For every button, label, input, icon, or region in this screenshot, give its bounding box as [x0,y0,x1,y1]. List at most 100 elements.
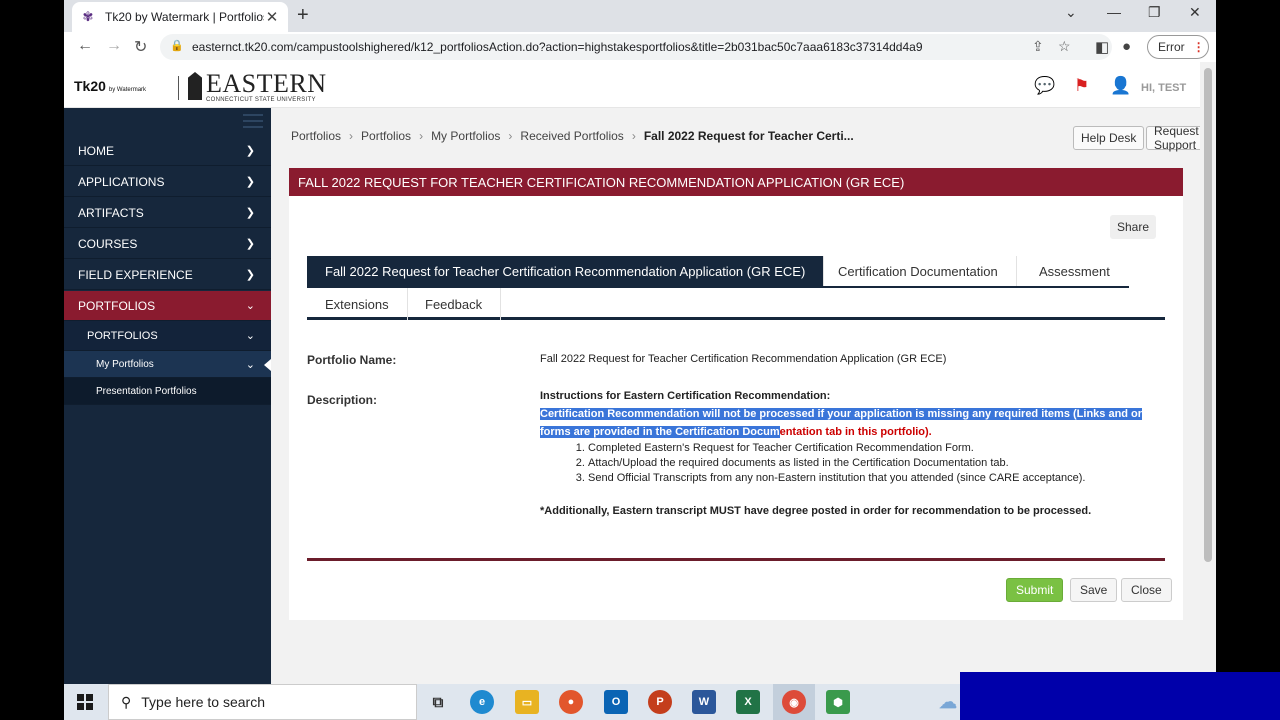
chevron-right-icon: ❯ [245,145,255,157]
bookmark-star-icon[interactable]: ☆ [1058,38,1071,55]
url-text[interactable]: easternct.tk20.com/campustoolshighered/k… [192,40,923,54]
edge-icon[interactable]: e [470,690,494,714]
sidebar-subitem-presentation-portfolios[interactable]: Presentation Portfolios [64,378,271,405]
new-tab-icon[interactable]: + [297,4,309,27]
excel-icon[interactable]: X [736,690,760,714]
help-desk-button[interactable]: Help Desk [1073,126,1145,150]
sidebar-item-courses[interactable]: COURSES ❯ [64,229,271,259]
tab-application[interactable]: Fall 2022 Request for Teacher Certificat… [307,256,825,286]
breadcrumb-current: Fall 2022 Request for Teacher Certi... [643,129,854,143]
description-heading: Instructions for Eastern Certification R… [540,390,831,402]
portfolio-name-value: Fall 2022 Request for Teacher Certificat… [540,353,947,365]
instructions-list: Completed Eastern's Request for Teacher … [588,441,1165,486]
reload-icon[interactable]: ↻ [134,37,147,57]
breadcrumb-item[interactable]: Portfolios [361,129,411,143]
breadcrumb-separator-icon: › [631,129,636,143]
lock-icon: 🔒 [170,40,184,52]
instruction-step: Attach/Upload the required documents as … [588,456,1165,471]
tab-certification-documentation[interactable]: Certification Documentation [820,256,1017,286]
tk20-logo-text: Tk20 [74,78,106,94]
firefox-icon[interactable]: ● [559,690,583,714]
description-label: Description: [307,393,378,407]
sidebar-item-home[interactable]: HOME ❯ [64,136,271,166]
powerpoint-icon[interactable]: P [648,690,672,714]
minimize-icon[interactable]: — [1107,4,1121,20]
app-cube-icon[interactable]: ⬢ [826,690,850,714]
side-panel-icon[interactable]: ◧ [1095,38,1109,56]
screen: ✾ Tk20 by Watermark | Portfolios ✕ + ⌄ —… [0,0,1280,720]
profile-icon[interactable]: ● [1122,38,1131,55]
close-button[interactable]: Close [1121,578,1172,602]
main-content: Portfolios › Portfolios › My Portfolios › Rece… [271,108,1207,684]
browser-window: ✾ Tk20 by Watermark | Portfolios ✕ + ⌄ —… [64,0,1216,684]
browser-tab[interactable]: ✾ Tk20 by Watermark | Portfolios ✕ [72,2,288,32]
sidebar-subitem-portfolios[interactable]: PORTFOLIOS ⌄ [64,321,271,351]
portfolio-name-label: Portfolio Name: [307,353,397,367]
sidebar-item-portfolios[interactable]: PORTFOLIOS ⌄ [64,291,271,321]
sidebar-subitem-label: PORTFOLIOS [87,329,158,342]
breadcrumb-item[interactable]: Portfolios [291,129,341,143]
chevron-down-icon: ⌄ [245,358,255,371]
outlook-icon[interactable]: O [604,690,628,714]
tab-extensions[interactable]: Extensions [307,288,408,320]
forward-icon[interactable]: → [106,37,122,55]
chrome-icon[interactable]: ◉ [782,690,806,714]
tk20-logo-sub: by Watermark [108,87,147,93]
tab-row-primary: Fall 2022 Request for Teacher Certificat… [307,256,1129,288]
sidebar-item-field-experience[interactable]: FIELD EXPERIENCE ❯ [64,260,271,290]
back-icon[interactable]: ← [77,37,93,55]
tab-strip: ✾ Tk20 by Watermark | Portfolios ✕ + ⌄ —… [64,0,1216,32]
scrollbar-thumb[interactable] [1204,68,1212,562]
portfolio-panel: Share Fall 2022 Request for Teacher Cert… [289,196,1183,620]
tab-feedback[interactable]: Feedback [407,288,502,320]
breadcrumb-item[interactable]: Received Portfolios [520,129,623,143]
onedrive-cloud-icon[interactable]: ☁ [936,690,960,714]
address-bar[interactable]: 🔒 easternct.tk20.com/campustoolshighered… [160,34,1112,60]
sidebar-subitem-my-portfolios[interactable]: My Portfolios ⌄ [64,351,271,378]
tab-row-secondary: Extensions Feedback [307,288,1165,320]
tk20-logo[interactable]: Tk20 by Watermark [74,78,146,94]
description-warning-rest: entation tab in this portfolio). [779,426,932,438]
taskbar-search-placeholder: Type here to search [141,694,266,710]
breadcrumb-separator-icon: › [419,129,424,143]
word-icon[interactable]: W [692,690,716,714]
logo-divider [178,76,179,100]
section-divider [307,558,1165,561]
tk20-favicon-icon: ✾ [82,9,94,24]
save-button[interactable]: Save [1070,578,1118,602]
sidebar-item-label: COURSES [78,236,138,251]
windows-start-icon[interactable] [77,694,93,710]
taskbar-search[interactable]: ⚲ Type here to search [108,684,417,720]
share-page-icon[interactable]: ⇪ [1032,38,1044,55]
close-tab-icon[interactable]: ✕ [264,8,280,26]
tab-assessment[interactable]: Assessment [1021,256,1128,286]
close-window-icon[interactable]: ✕ [1189,4,1201,21]
breadcrumb-separator-icon: › [508,129,513,143]
request-support-button[interactable]: Request Support [1146,124,1207,152]
alerts-flag-icon[interactable]: ⚑ [1074,76,1089,96]
task-view-icon[interactable]: ⧉ [426,690,450,714]
sidebar-subitem-label: Presentation Portfolios [96,385,197,397]
restore-icon[interactable]: ❐ [1148,4,1161,21]
sidebar-item-applications[interactable]: APPLICATIONS ❯ [64,167,271,197]
tab-search-chevron-icon[interactable]: ⌄ [1065,4,1077,21]
sidebar-item-artifacts[interactable]: ARTIFACTS ❯ [64,198,271,228]
breadcrumb-separator-icon: › [349,129,354,143]
submit-button[interactable]: Submit [1006,578,1064,602]
sidebar: HOME ❯ APPLICATIONS ❯ ARTIFACTS ❯ COURSES ❯ … [64,108,271,684]
page-scrollbar[interactable] [1200,62,1216,684]
browser-toolbar: ← → ↻ 🔒 easternct.tk20.com/campustoolshi… [64,32,1216,62]
messages-icon[interactable]: 💬 [1034,76,1055,96]
breadcrumb-item[interactable]: My Portfolios [431,129,500,143]
chevron-down-icon: ⌄ [245,300,255,312]
instruction-step: Completed Eastern's Request for Teacher … [588,441,1165,456]
user-greeting[interactable]: HI, TEST [1141,82,1186,94]
sidebar-item-label: APPLICATIONS [78,174,165,189]
error-button[interactable]: Error ⋮ [1147,35,1209,59]
share-button[interactable]: Share [1110,215,1157,239]
user-icon[interactable]: 👤 [1110,76,1131,96]
chevron-right-icon: ❯ [245,238,255,250]
description-warning: Certification Recommendation will not be… [540,405,1165,441]
file-explorer-icon[interactable]: ▭ [515,690,539,714]
hamburger-menu-icon[interactable] [243,114,263,128]
